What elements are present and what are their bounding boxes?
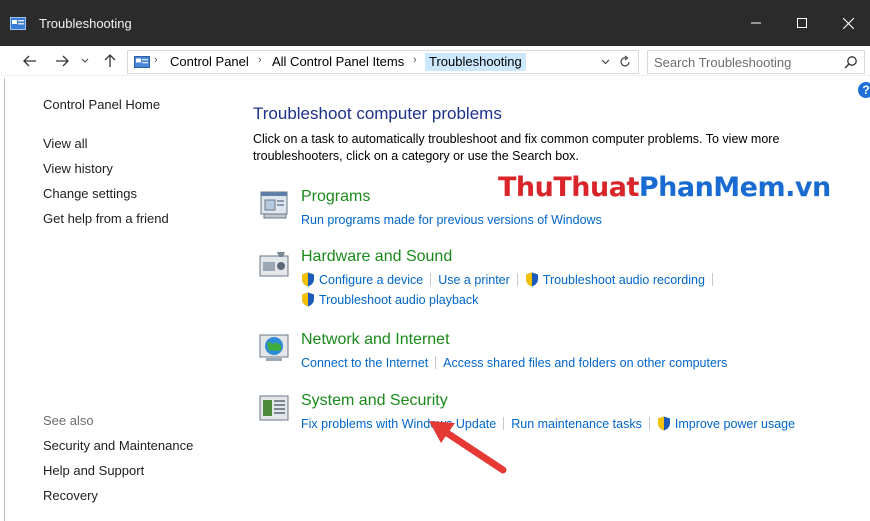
- minimize-icon: [751, 22, 761, 24]
- breadcrumb-separator-icon: ›: [154, 54, 158, 66]
- chevron-down-icon: [81, 58, 89, 63]
- back-button[interactable]: [20, 51, 40, 71]
- back-arrow-icon: [23, 55, 36, 67]
- category-links-hardware-sound: Configure a device Use a printer Troublesh…: [301, 270, 861, 310]
- help-icon[interactable]: ?: [858, 82, 870, 98]
- category-title-programs[interactable]: Programs: [301, 188, 370, 206]
- breadcrumb-separator-icon: ›: [413, 54, 417, 66]
- breadcrumb-all-items[interactable]: All Control Panel Items: [272, 54, 404, 69]
- link-access-shared-files[interactable]: Access shared files and folders on other…: [443, 353, 727, 373]
- search-input[interactable]: [648, 51, 838, 73]
- chevron-down-icon[interactable]: [601, 59, 610, 65]
- sidebar-item-view-history[interactable]: View history: [43, 161, 113, 176]
- category-title-network-internet[interactable]: Network and Internet: [301, 331, 450, 349]
- window-title: Troubleshooting: [39, 16, 132, 31]
- link-separator: [711, 273, 713, 286]
- address-row: › Control Panel › All Control Panel Item…: [0, 46, 870, 76]
- category-title-system-security[interactable]: System and Security: [301, 392, 448, 410]
- network-internet-icon[interactable]: [258, 331, 292, 365]
- programs-icon[interactable]: [258, 188, 292, 222]
- breadcrumb-separator-icon: ›: [258, 54, 262, 66]
- page-title: Troubleshoot computer problems: [253, 104, 502, 123]
- page-description: Click on a task to automatically trouble…: [253, 132, 780, 163]
- breadcrumb-troubleshooting[interactable]: Troubleshooting: [425, 53, 526, 71]
- link-separator: [516, 273, 518, 286]
- link-troubleshoot-audio-playback[interactable]: Troubleshoot audio playback: [319, 290, 478, 310]
- breadcrumb-control-panel[interactable]: Control Panel: [170, 54, 249, 69]
- sidebar: Control Panel Home View all View history…: [0, 78, 235, 521]
- link-run-older-programs[interactable]: Run programs made for previous versions …: [301, 210, 602, 230]
- annotation-arrow-icon: [429, 421, 507, 474]
- link-troubleshoot-audio-recording[interactable]: Troubleshoot audio recording: [543, 270, 705, 290]
- close-icon: [842, 17, 854, 29]
- sidebar-item-get-help[interactable]: Get help from a friend: [43, 211, 169, 226]
- up-button[interactable]: [100, 51, 120, 71]
- forward-arrow-icon: [56, 55, 69, 67]
- uac-shield-icon: [302, 272, 314, 287]
- up-arrow-icon: [104, 54, 116, 67]
- link-separator: [648, 417, 650, 430]
- system-security-icon[interactable]: [258, 392, 292, 426]
- link-improve-power-usage[interactable]: Improve power usage: [675, 414, 795, 434]
- title-bar: Troubleshooting: [0, 0, 870, 46]
- link-separator: [435, 356, 437, 369]
- sidebar-item-help-support[interactable]: Help and Support: [43, 463, 144, 478]
- link-connect-internet[interactable]: Connect to the Internet: [301, 353, 428, 373]
- link-use-printer[interactable]: Use a printer: [438, 270, 510, 290]
- control-panel-small-icon: [134, 56, 150, 68]
- minimize-button[interactable]: [733, 0, 779, 46]
- uac-shield-icon: [302, 292, 314, 307]
- sidebar-item-control-panel-home[interactable]: Control Panel Home: [43, 97, 160, 112]
- category-title-hardware-sound[interactable]: Hardware and Sound: [301, 248, 452, 266]
- refresh-icon[interactable]: [618, 55, 632, 69]
- uac-shield-icon: [525, 272, 538, 287]
- uac-shield-icon: [657, 416, 670, 431]
- category-links-programs: Run programs made for previous versions …: [301, 210, 861, 230]
- see-also-label: See also: [43, 413, 94, 428]
- address-bar[interactable]: › Control Panel › All Control Panel Item…: [127, 50, 639, 74]
- search-box[interactable]: [647, 50, 865, 74]
- link-configure-device[interactable]: Configure a device: [319, 270, 423, 290]
- sidebar-item-change-settings[interactable]: Change settings: [43, 186, 137, 201]
- link-run-maintenance[interactable]: Run maintenance tasks: [511, 414, 642, 434]
- close-button[interactable]: [825, 0, 870, 46]
- recent-locations-button[interactable]: [78, 51, 92, 71]
- category-links-network-internet: Connect to the Internet Access shared fil…: [301, 353, 861, 373]
- hardware-sound-icon[interactable]: [258, 248, 292, 282]
- maximize-button[interactable]: [779, 0, 825, 46]
- sidebar-item-recovery[interactable]: Recovery: [43, 488, 98, 503]
- watermark: ThuThuatPhanMem.vn: [498, 172, 831, 203]
- sidebar-item-view-all[interactable]: View all: [43, 136, 88, 151]
- sidebar-item-security-maintenance[interactable]: Security and Maintenance: [43, 438, 193, 453]
- maximize-icon: [797, 18, 807, 28]
- category-links-system-security: Fix problems with Windows Update Run main…: [301, 414, 861, 434]
- search-icon[interactable]: [844, 55, 858, 69]
- link-separator: [430, 273, 432, 286]
- control-panel-icon: [10, 17, 26, 30]
- forward-button[interactable]: [52, 51, 72, 71]
